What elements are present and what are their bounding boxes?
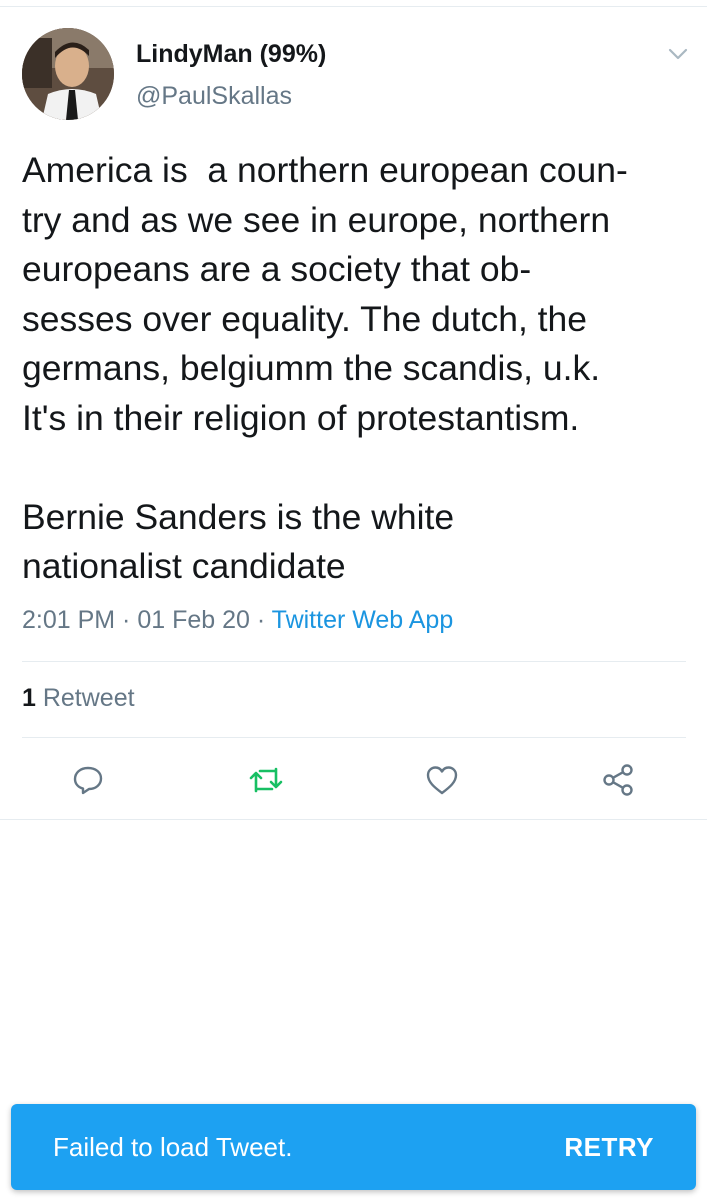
- tweet-text-line: try and as we see in europe, northern: [22, 199, 611, 240]
- retweet-count: 1: [22, 684, 36, 712]
- error-snackbar: Failed to load Tweet. RETRY: [11, 1104, 696, 1190]
- stats-divider-top: [22, 661, 686, 662]
- retweet-label: Retweet: [35, 684, 135, 712]
- chevron-down-icon[interactable]: [664, 44, 692, 64]
- tweet-timestamp: 2:01 PM · 01 Feb 20 ·: [22, 606, 272, 634]
- snackbar-message: Failed to load Tweet.: [53, 1132, 293, 1162]
- top-divider: [0, 6, 707, 7]
- actions-divider: [0, 819, 707, 820]
- avatar-photo: [22, 28, 114, 120]
- tweet-text-line: It's in their religion of protestantism.: [22, 397, 580, 438]
- tweet-metadata: 2:01 PM · 01 Feb 20 · Twitter Web App: [22, 606, 453, 635]
- tweet-text-line: Bernie Sanders is the white: [22, 496, 455, 537]
- retry-button[interactable]: RETRY: [564, 1132, 654, 1163]
- retweet-button[interactable]: [246, 760, 286, 800]
- stats-divider-bottom: [22, 737, 686, 738]
- tweet-text-line: germans, belgiumm the scandis, u.k.: [22, 348, 601, 388]
- share-button[interactable]: [598, 760, 638, 800]
- avatar[interactable]: [22, 28, 114, 120]
- like-button[interactable]: [422, 760, 462, 800]
- retweet-stats[interactable]: 1 Retweet: [22, 684, 135, 713]
- tweet-text: America is a northern european coun- try…: [22, 146, 692, 592]
- reply-button[interactable]: [68, 760, 108, 800]
- tweet-text-line: europeans are a society that ob-: [22, 249, 532, 289]
- tweet-text-line: sesses over equality. The dutch, the: [22, 298, 588, 339]
- heart-icon: [426, 766, 458, 795]
- tweet-text-line: nationalist candidate: [22, 546, 346, 586]
- tweet-text-line: America is a northern european coun-: [22, 150, 628, 190]
- retweet-icon: [249, 767, 283, 793]
- author-display-name[interactable]: LindyMan (99%): [136, 40, 326, 69]
- reply-icon: [73, 766, 103, 795]
- share-icon: [603, 764, 633, 796]
- author-handle[interactable]: @PaulSkallas: [136, 82, 292, 111]
- tweet-source-link[interactable]: Twitter Web App: [272, 606, 454, 634]
